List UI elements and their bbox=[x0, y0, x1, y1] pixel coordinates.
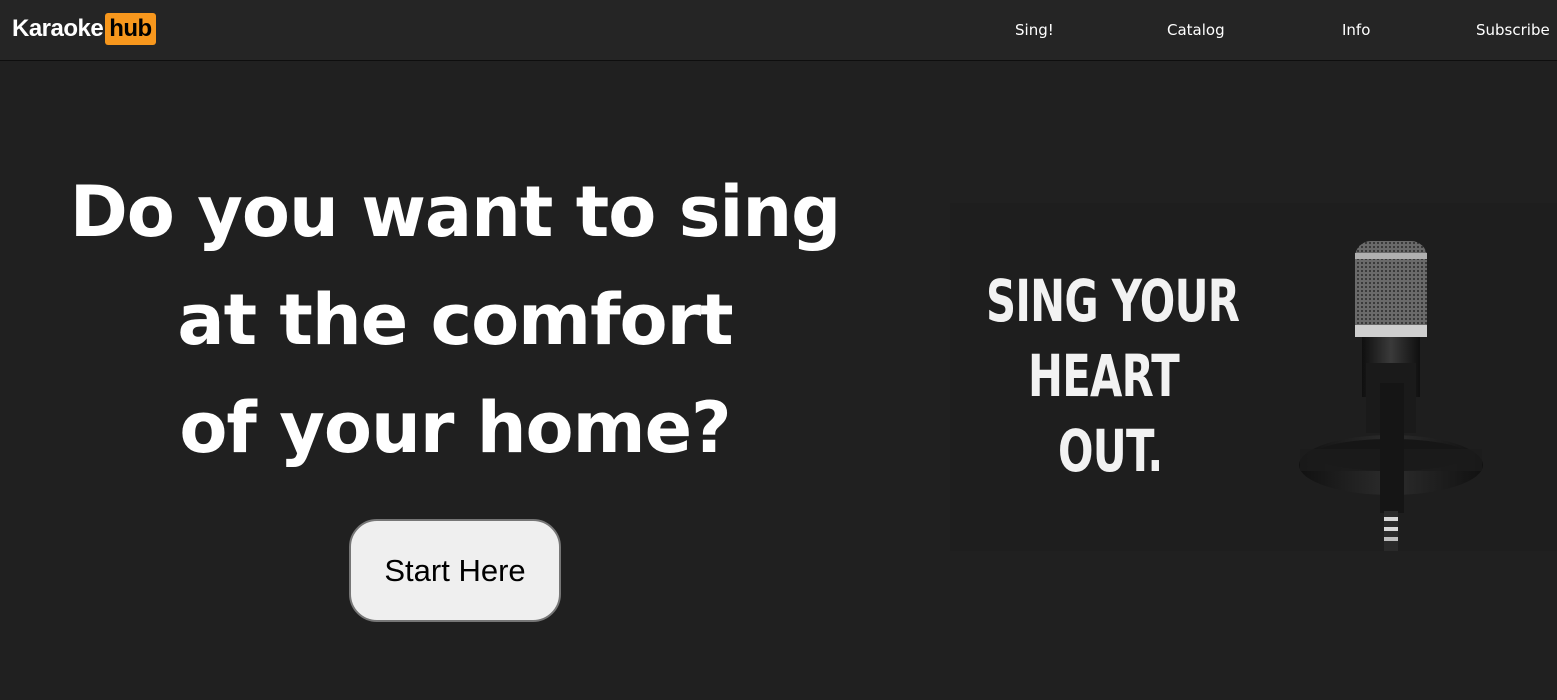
headline-line-1: Do you want to sing bbox=[69, 171, 842, 253]
headline-line-3: of your home? bbox=[179, 387, 731, 469]
nav-link-catalog[interactable]: Catalog bbox=[1167, 0, 1225, 60]
microphone-icon bbox=[1299, 241, 1483, 551]
hero-image: SING YOUR HEART OUT. bbox=[950, 203, 1557, 551]
image-text-line-2: HEART bbox=[1028, 342, 1180, 410]
site-logo[interactable]: Karaoke hub bbox=[12, 12, 156, 45]
nav-link-info[interactable]: Info bbox=[1342, 0, 1370, 60]
headline-line-2: at the comfort bbox=[177, 279, 733, 361]
nav-link-sing[interactable]: Sing! bbox=[1015, 0, 1054, 60]
image-text-line-3: OUT. bbox=[1058, 417, 1163, 485]
hero-headline: Do you want to sing at the comfort of yo… bbox=[30, 158, 880, 482]
image-text-line-1: SING YOUR bbox=[986, 267, 1240, 335]
logo-badge: hub bbox=[105, 12, 156, 45]
logo-text: Karaoke bbox=[12, 14, 104, 42]
start-here-button[interactable]: Start Here bbox=[349, 519, 561, 622]
top-navigation-bar: Karaoke hub Sing! Catalog Info Subscribe bbox=[0, 0, 1557, 61]
nav-link-subscribe[interactable]: Subscribe bbox=[1476, 0, 1550, 60]
